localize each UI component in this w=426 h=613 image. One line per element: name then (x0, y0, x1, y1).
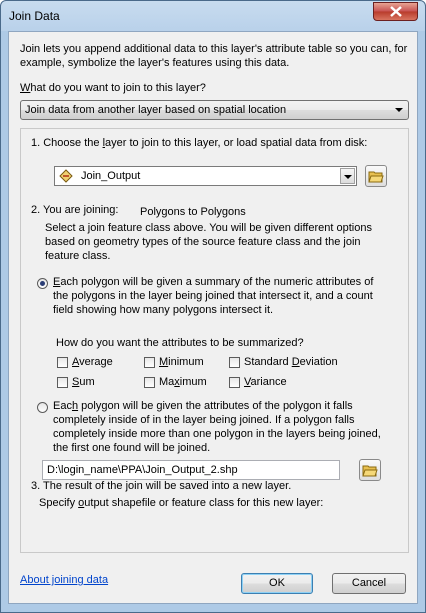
output-path-input[interactable]: D:\login_name\PPA\Join_Output_2.shp (42, 460, 340, 480)
inside-option-label[interactable]: Each polygon will be given the attribute… (53, 399, 383, 455)
join-type-value: Join data from another layer based on sp… (25, 104, 287, 116)
sum-checkbox[interactable] (57, 377, 68, 388)
layer-icon (59, 169, 73, 183)
std-deviation-checkbox[interactable] (229, 357, 240, 368)
step2-label: 2. You are joining: (31, 204, 119, 216)
intro-text: Join lets you append additional data to … (20, 43, 408, 69)
average-checkbox[interactable] (57, 357, 68, 368)
window-title: Join Data (9, 9, 60, 23)
join-type-select[interactable]: Join data from another layer based on sp… (20, 100, 409, 120)
chevron-down-icon (395, 108, 403, 112)
sum-label[interactable]: Sum (72, 376, 95, 388)
output-path-value: D:\login_name\PPA\Join_Output_2.shp (47, 464, 238, 476)
minimum-checkbox[interactable] (144, 357, 155, 368)
about-joining-link[interactable]: About joining data (20, 574, 108, 586)
layer-select-value: Join_Output (81, 170, 141, 182)
step2-description: Select a join feature class above. You w… (45, 222, 372, 262)
summarize-question: How do you want the attributes to be sum… (56, 337, 304, 349)
output-specify-label: Specify output shapefile or feature clas… (39, 497, 324, 509)
browse-layer-button[interactable] (365, 165, 387, 187)
maximum-checkbox[interactable] (144, 377, 155, 388)
ok-button[interactable]: OK (241, 573, 313, 594)
maximum-label[interactable]: Maximum (159, 376, 207, 388)
inside-option-radio[interactable] (37, 402, 48, 413)
summary-option-radio[interactable] (37, 278, 48, 289)
chevron-down-icon[interactable] (340, 168, 355, 184)
close-button[interactable] (373, 2, 418, 21)
average-label[interactable]: Average (72, 356, 113, 368)
join-data-window: Join Data Join lets you append additiona… (0, 0, 426, 613)
minimum-label[interactable]: Minimum (159, 356, 204, 368)
joining-value: Polygons to Polygons (140, 206, 246, 218)
open-folder-icon (362, 465, 378, 477)
cancel-button[interactable]: Cancel (332, 573, 406, 594)
step1-label: 1. Choose the layer to join to this laye… (31, 137, 368, 149)
variance-label[interactable]: Variance (244, 376, 287, 388)
step3-label: 3. The result of the join will be saved … (31, 480, 292, 492)
variance-checkbox[interactable] (229, 377, 240, 388)
browse-output-button[interactable] (359, 459, 381, 481)
open-folder-icon (368, 171, 384, 183)
std-deviation-label[interactable]: Standard Deviation (244, 356, 338, 368)
join-type-question: What do you want to join to this layer? (20, 82, 206, 94)
summary-option-label[interactable]: Each polygon will be given a summary of … (53, 275, 383, 317)
layer-select[interactable]: Join_Output (54, 166, 357, 186)
options-panel: 1. Choose the layer to join to this laye… (20, 128, 409, 553)
dialog-body: Join lets you append additional data to … (8, 31, 418, 604)
close-icon (390, 6, 402, 17)
title-bar[interactable]: Join Data (1, 1, 425, 31)
